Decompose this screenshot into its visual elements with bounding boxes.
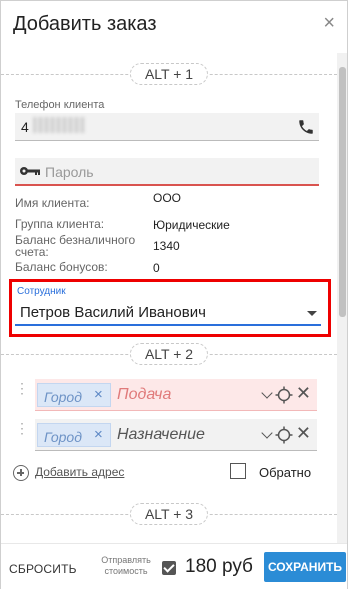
drag-handle-icon[interactable]: ⋮ <box>15 381 29 405</box>
client-group-label: Группа клиента: <box>15 217 105 231</box>
phone-input[interactable]: 4 <box>15 113 319 141</box>
section-alt2: ALT + 2 <box>1 343 337 367</box>
add-circle-icon <box>13 465 29 481</box>
chevron-down-icon[interactable] <box>261 427 273 439</box>
add-address-label: Добавить адрес <box>35 465 125 479</box>
save-button[interactable]: СОХРАНИТЬ <box>264 552 346 582</box>
password-placeholder: Пароль <box>45 164 94 180</box>
return-trip-checkbox[interactable] <box>230 463 246 479</box>
bonus-label: Баланс бонусов: <box>15 260 108 274</box>
balance-value: 1340 <box>153 239 180 253</box>
city-label: Город <box>44 429 82 445</box>
address-row-destination: ⋮ Город × Назначение ✕ <box>15 419 317 451</box>
phone-label: Телефон клиента <box>15 99 105 111</box>
send-cost-label: Отправлять стоимость <box>96 555 156 577</box>
section-alt1: ALT + 1 <box>1 63 337 87</box>
send-cost-line2: стоимость <box>104 566 148 576</box>
employee-field-highlight: Сотрудник Петров Василий Иванович <box>9 279 331 337</box>
city-chip[interactable]: Город × <box>37 383 111 407</box>
section-alt3: ALT + 3 <box>1 503 337 527</box>
address-input-destination[interactable]: Город × Назначение ✕ <box>35 419 317 451</box>
close-icon[interactable]: × <box>323 13 335 33</box>
order-dialog: Добавить заказ × ALT + 1 Телефон клиента… <box>0 0 348 589</box>
drag-handle-icon[interactable]: ⋮ <box>15 421 29 445</box>
section-hotkey-alt1: ALT + 1 <box>129 63 209 85</box>
send-cost-line1: Отправлять <box>101 555 151 565</box>
address-placeholder: Подача <box>117 386 172 403</box>
employee-value: Петров Василий Иванович <box>20 304 206 321</box>
chevron-down-icon[interactable] <box>261 387 273 399</box>
send-cost-checkbox[interactable] <box>162 561 176 575</box>
city-chip[interactable]: Город × <box>37 423 111 447</box>
locate-icon[interactable] <box>275 426 293 444</box>
address-input-pickup[interactable]: Город × Подача ✕ <box>35 379 317 411</box>
key-icon <box>20 167 40 175</box>
address-placeholder: Назначение <box>117 426 205 443</box>
bonus-value: 0 <box>153 261 160 275</box>
dialog-footer: СБРОСИТЬ Отправлять стоимость 180 руб СО… <box>1 543 347 589</box>
address-row-pickup: ⋮ Город × Подача ✕ <box>15 379 317 411</box>
city-label: Город <box>44 389 82 405</box>
reset-button[interactable]: СБРОСИТЬ <box>9 562 77 576</box>
dialog-title: Добавить заказ <box>13 13 157 35</box>
order-price: 180 руб <box>185 556 253 577</box>
phone-value: 4 <box>21 119 29 135</box>
dropdown-caret-icon[interactable] <box>307 311 317 316</box>
client-name-value: ООО <box>153 191 182 205</box>
balance-label-line2: счета: <box>15 245 49 259</box>
remove-address-icon[interactable]: ✕ <box>296 383 311 404</box>
password-input[interactable]: Пароль <box>15 158 319 186</box>
city-clear-icon[interactable]: × <box>94 426 103 443</box>
section-hotkey-alt2: ALT + 2 <box>129 343 209 365</box>
dialog-header: Добавить заказ × <box>1 1 347 53</box>
client-group-value: Юридические <box>153 218 230 232</box>
return-trip-label: Обратно <box>259 465 312 480</box>
employee-label: Сотрудник <box>17 286 66 297</box>
phone-icon[interactable] <box>297 118 315 136</box>
employee-select[interactable]: Петров Василий Иванович <box>15 302 321 326</box>
phone-redacted <box>33 117 85 133</box>
remove-address-icon[interactable]: ✕ <box>296 423 311 444</box>
scrollbar-thumb[interactable] <box>339 67 346 317</box>
city-clear-icon[interactable]: × <box>94 386 103 403</box>
dialog-body[interactable]: ALT + 1 Телефон клиента 4 Пароль Имя кли… <box>1 53 337 543</box>
client-name-label: Имя клиента: <box>15 196 90 210</box>
locate-icon[interactable] <box>275 386 293 404</box>
section-hotkey-alt3: ALT + 3 <box>129 503 209 525</box>
